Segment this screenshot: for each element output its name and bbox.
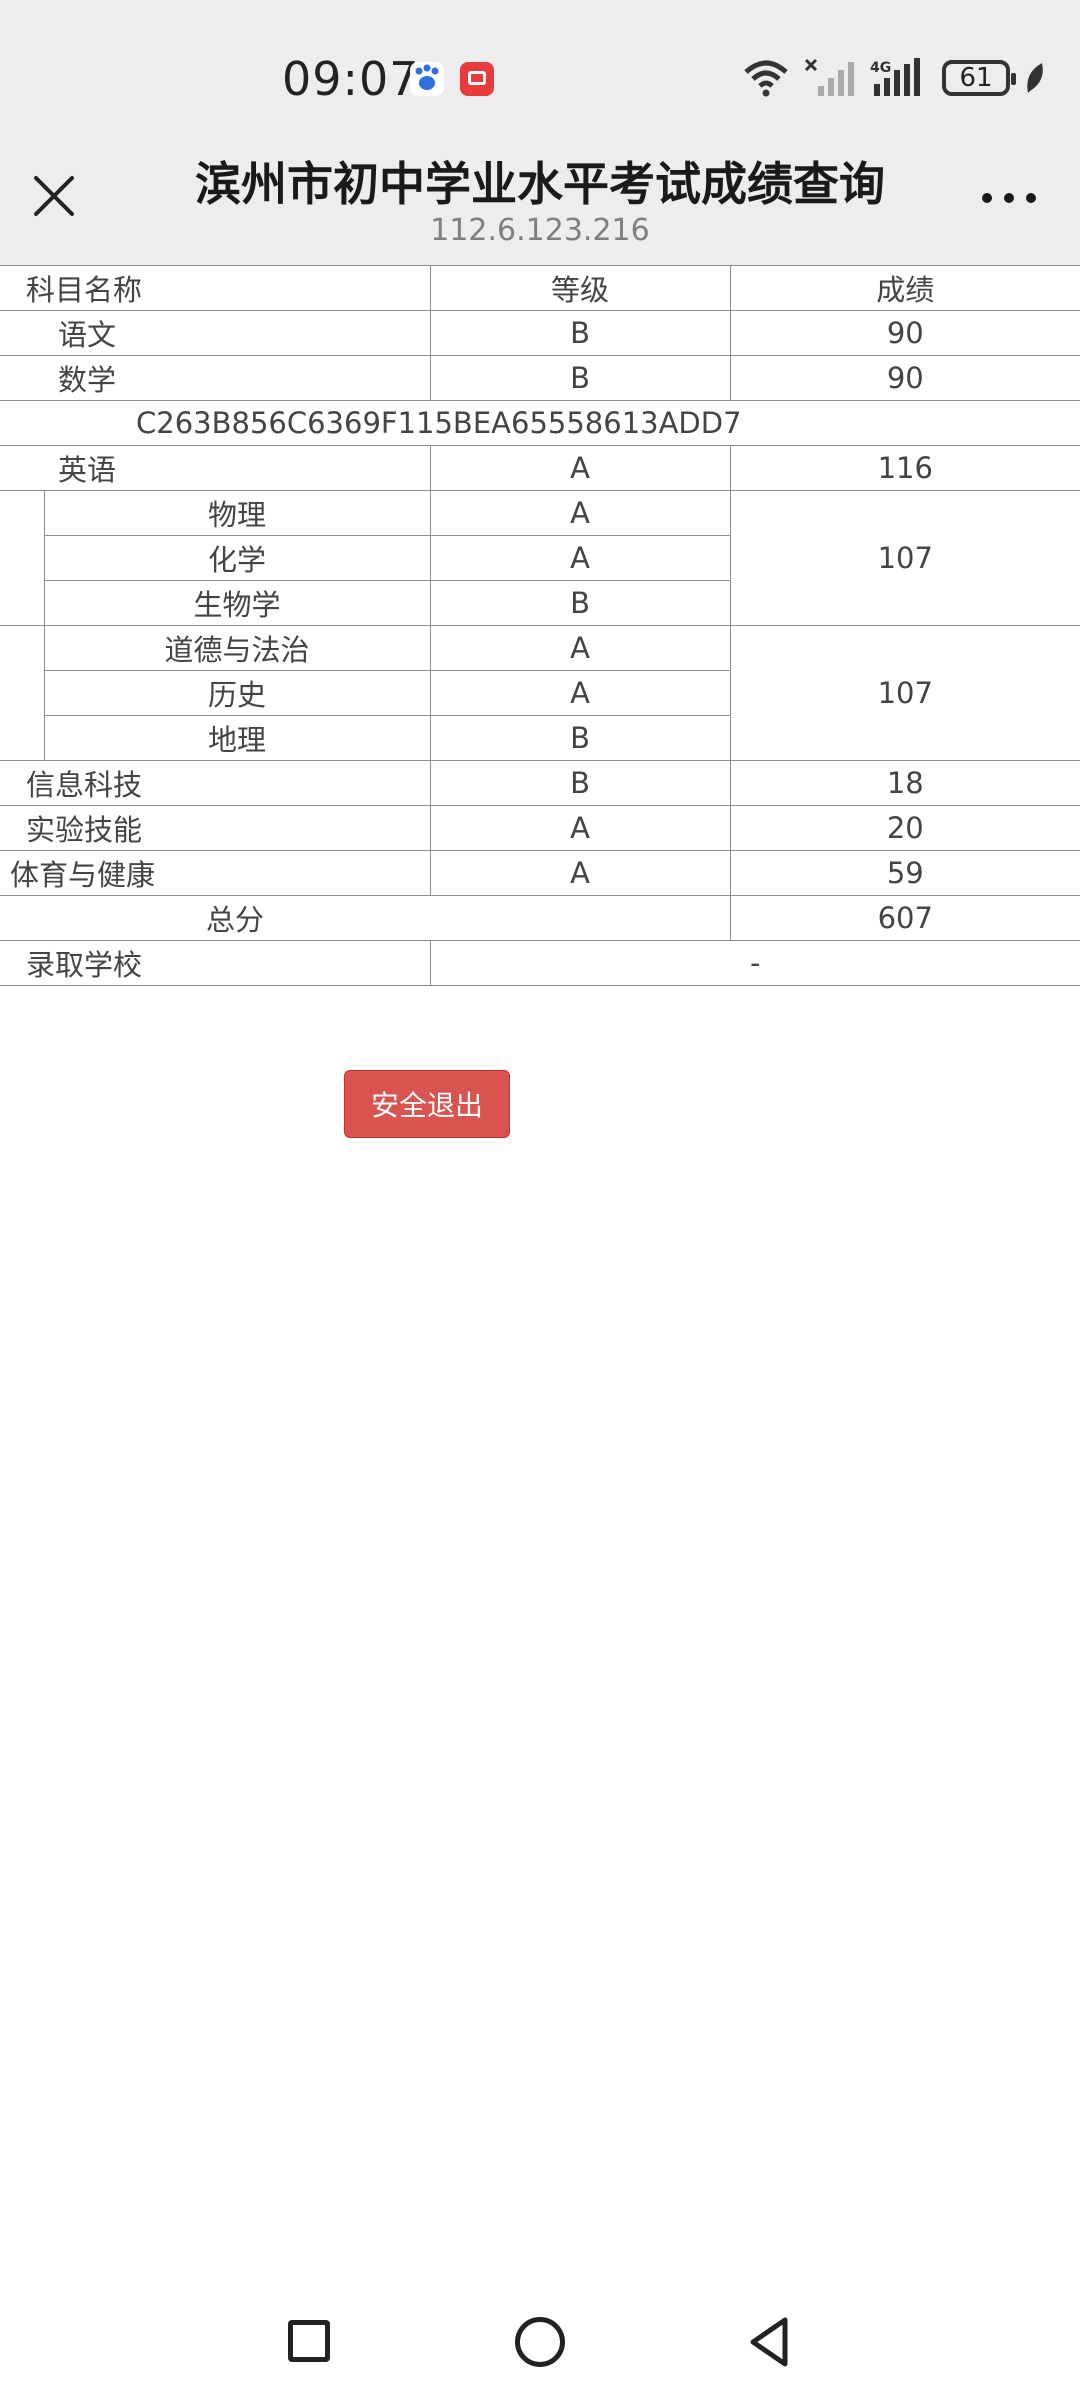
total-label: 总分 <box>0 895 731 941</box>
table-row: 英语 A 116 <box>0 445 1080 491</box>
4g-signal-icon: 4G <box>870 58 920 96</box>
system-navbar <box>0 2290 1080 2400</box>
table-header-row: 科目名称 等级 成绩 <box>0 265 1080 311</box>
subject-name: 道德与法治 <box>43 625 431 671</box>
subject-name: 物理 <box>43 490 431 536</box>
subject-name: 英语 <box>0 445 431 491</box>
subject-name: 地理 <box>44 715 431 761</box>
grade-cell: A <box>429 445 731 491</box>
score-table: 科目名称 等级 成绩 语文 B 90 数学 B 90 C263B856C6369… <box>0 265 1080 986</box>
score-cell: 107 <box>729 490 1080 626</box>
table-row: 体育与健康 A 59 <box>0 850 1080 896</box>
status-icons: 4G 61 <box>742 56 1046 100</box>
table-row: C263B856C6369F115BEA65558613ADD7 <box>0 400 1080 446</box>
logout-button[interactable]: 安全退出 <box>344 1070 510 1138</box>
school-label: 录取学校 <box>0 940 431 986</box>
grade-cell: B <box>429 580 731 626</box>
verification-hash: C263B856C6369F115BEA65558613ADD7 <box>0 400 1080 446</box>
subject-name: 生物学 <box>44 580 431 626</box>
grade-cell: A <box>429 625 731 671</box>
grade-cell: A <box>429 850 731 896</box>
grade-cell: B <box>429 355 731 401</box>
score-cell: 116 <box>729 445 1080 491</box>
table-row: 物理 A 107 <box>0 490 1080 626</box>
svg-text:4G: 4G <box>870 60 891 76</box>
grade-cell: B <box>429 715 731 761</box>
table-row: 数学 B 90 <box>0 355 1080 401</box>
table-row: 语文 B 90 <box>0 310 1080 356</box>
more-icon[interactable] <box>982 193 1036 203</box>
score-cell: 107 <box>729 625 1080 761</box>
table-row: 信息科技 B 18 <box>0 760 1080 806</box>
back-icon[interactable] <box>745 2314 793 2370</box>
status-time: 09:07 <box>282 52 420 106</box>
group-spacer <box>0 625 45 761</box>
no-sim-signal-icon <box>804 58 854 96</box>
grade-cell: B <box>429 760 731 806</box>
grade-cell: A <box>429 490 731 536</box>
subject-name: 历史 <box>44 670 431 716</box>
subject-name: 体育与健康 <box>0 850 431 896</box>
subject-name: 数学 <box>0 355 431 401</box>
group-spacer <box>0 490 45 626</box>
grade-cell: A <box>429 670 731 716</box>
score-cell: 18 <box>729 760 1080 806</box>
school-value: - <box>429 940 1080 986</box>
battery-icon: 61 <box>942 60 1016 96</box>
wifi-icon <box>744 60 788 97</box>
grade-cell: A <box>429 535 731 581</box>
school-row: 录取学校 - <box>0 940 1080 986</box>
score-cell: 59 <box>729 850 1080 896</box>
subject-name: 化学 <box>44 535 431 581</box>
grade-cell: A <box>429 805 731 851</box>
leaf-icon <box>1027 63 1043 93</box>
total-row: 总分 607 <box>0 895 1080 941</box>
total-score: 607 <box>729 895 1080 941</box>
header-score: 成绩 <box>729 265 1080 311</box>
red-app-icon <box>460 62 494 96</box>
subject-name: 信息科技 <box>0 760 431 806</box>
table-row: 道德与法治 A 107 <box>0 625 1080 761</box>
browser-topbar: 09:07 4G 61 滨州市初中学业水平考试成绩查询 112.6.123.21… <box>0 0 1080 265</box>
recent-apps-icon[interactable] <box>288 2320 330 2362</box>
page-url: 112.6.123.216 <box>430 213 650 248</box>
grade-cell: B <box>429 310 731 356</box>
header-subject: 科目名称 <box>0 265 431 311</box>
score-cell: 20 <box>729 805 1080 851</box>
page-title: 滨州市初中学业水平考试成绩查询 <box>195 157 885 211</box>
score-cell: 90 <box>729 310 1080 356</box>
score-cell: 90 <box>729 355 1080 401</box>
table-row: 实验技能 A 20 <box>0 805 1080 851</box>
subject-name: 实验技能 <box>0 805 431 851</box>
baidu-icon <box>410 62 444 96</box>
home-icon[interactable] <box>515 2317 565 2367</box>
header-grade: 等级 <box>429 265 731 311</box>
subject-name: 语文 <box>0 310 431 356</box>
